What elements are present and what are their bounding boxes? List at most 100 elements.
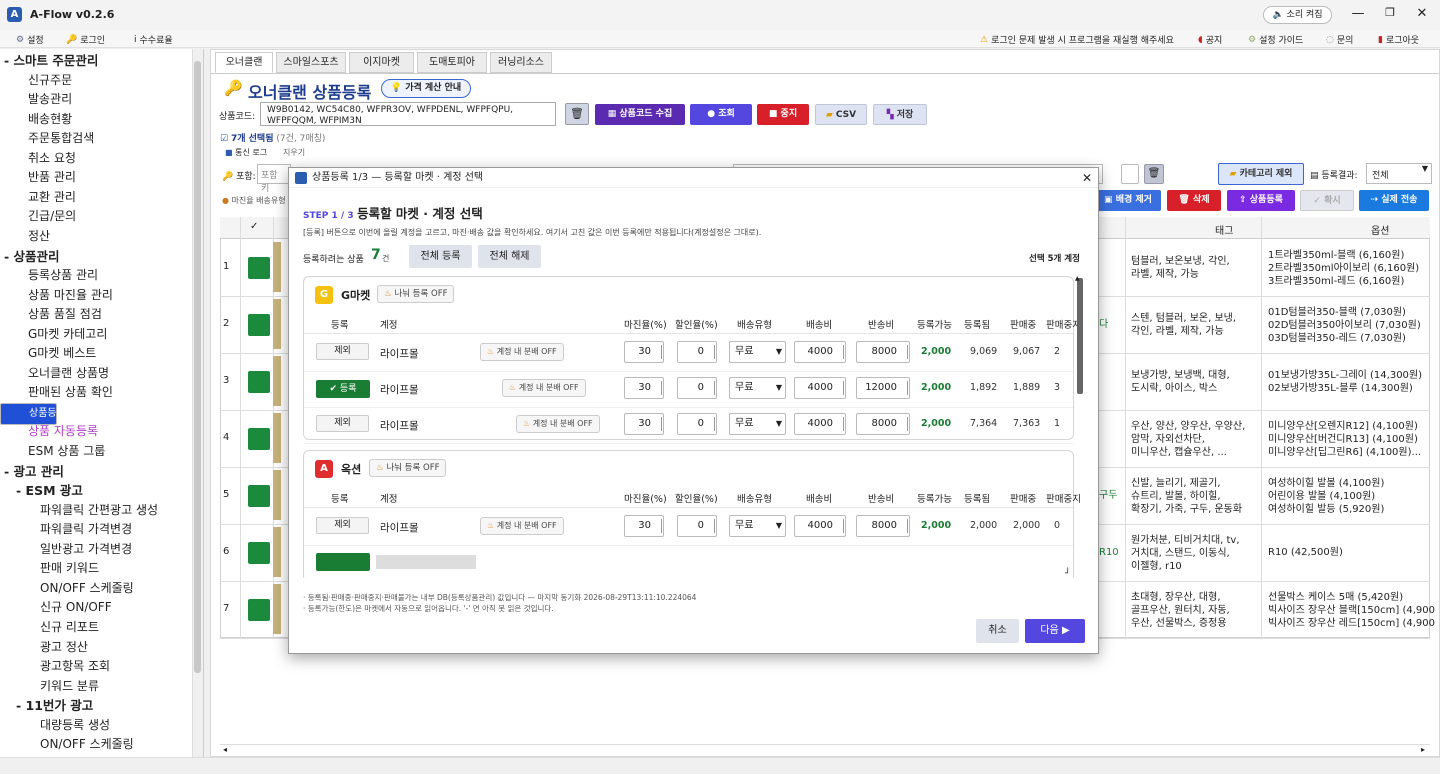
save-button[interactable]: ▚ 저장 <box>873 104 927 125</box>
sidebar-item[interactable]: 교환 관리 <box>0 188 191 207</box>
tab-1[interactable]: 오너클랜 <box>215 52 273 73</box>
sidebar-item[interactable]: 판매 키워드 <box>0 559 191 578</box>
csv-button[interactable]: ▰ CSV <box>815 104 867 125</box>
live-send-button[interactable]: ⇢ 실제 전송 <box>1359 190 1429 211</box>
maximize-button[interactable]: ❐ <box>1380 6 1400 19</box>
row-checkbox[interactable] <box>248 314 270 336</box>
sidebar-item[interactable]: 반품 관리 <box>0 168 191 187</box>
shipping-fee-input[interactable]: 4000 <box>794 377 846 399</box>
discount-input[interactable]: 0 <box>677 515 717 537</box>
header-check-icon[interactable]: ✓ <box>250 221 258 232</box>
sidebar-item[interactable]: 광고 정산 <box>0 638 191 657</box>
margin-input[interactable]: 30 <box>624 377 664 399</box>
sidebar-item[interactable]: 등록상품 관리 <box>0 266 191 285</box>
log-toggle[interactable]: ■ 통신 로그 <box>225 147 267 158</box>
return-fee-input[interactable]: 8000 <box>856 341 910 363</box>
sidebar-item[interactable]: 주문통합검색 <box>0 129 191 148</box>
horizontal-scrollbar[interactable] <box>220 744 1430 756</box>
delete-button[interactable]: 🗑 삭제 <box>1167 190 1221 211</box>
row-checkbox[interactable] <box>248 599 270 621</box>
sidebar-item[interactable]: 신규 리포트 <box>0 618 191 637</box>
shipping-type-select[interactable]: 무료 ▼ <box>729 413 786 435</box>
sidebar-item[interactable]: 오너클랜 상품명 <box>0 364 191 383</box>
account-distribute-toggle[interactable]: ♨ 계정 내 분배 OFF <box>502 379 586 397</box>
recheck-button[interactable]: ✓ 확시 <box>1300 190 1354 211</box>
account-distribute-toggle[interactable]: ♨ 계정 내 분배 OFF <box>480 517 564 535</box>
split-register-toggle[interactable]: ♨ 나눠 등록 OFF <box>377 285 455 303</box>
sidebar-item[interactable]: G마켓 카테고리 <box>0 325 191 344</box>
filter-trash-button[interactable]: 🗑 <box>1144 164 1164 184</box>
row-checkbox[interactable] <box>248 371 270 393</box>
discount-input[interactable]: 0 <box>677 413 717 435</box>
search-button[interactable]: ● 조회 <box>690 104 752 125</box>
register-toggle-button[interactable]: ✔ 등록 <box>316 380 370 398</box>
account-distribute-toggle[interactable]: ♨ 계정 내 분배 OFF <box>480 343 564 361</box>
menu-logout[interactable]: ▮ 로그아웃 <box>1378 33 1419 47</box>
exclude-toggle-button[interactable]: 제외 <box>316 343 369 360</box>
log-clear-button[interactable]: 지우기 <box>283 147 305 158</box>
sidebar-item[interactable]: G마켓 베스트 <box>0 344 191 363</box>
menu-inquiry[interactable]: ◌ 문의 <box>1326 33 1353 47</box>
sidebar-item[interactable]: 긴급/문의 <box>0 207 191 226</box>
close-window-button[interactable]: ✕ <box>1412 6 1432 21</box>
sidebar-item[interactable]: 정산 <box>0 227 191 246</box>
filter-checkbox[interactable] <box>1121 164 1139 184</box>
tab-2[interactable]: 스마일스포츠 <box>276 52 346 73</box>
row-checkbox[interactable] <box>248 428 270 450</box>
sidebar-item[interactable]: 상품 자동등록 <box>0 422 191 441</box>
select-all-button[interactable]: 전체 등록 <box>409 245 472 268</box>
return-fee-input[interactable]: 8000 <box>856 413 910 435</box>
sidebar-item[interactable]: ESM 상품 그룹 <box>0 442 191 461</box>
product-code-input[interactable]: W9B0142, WC54C80, WFPR3OV, WFPDENL, WFPF… <box>260 102 556 126</box>
minimize-button[interactable]: — <box>1348 6 1368 21</box>
collect-codes-button[interactable]: ▦ 상품코드 수집 <box>595 104 685 125</box>
tab-5[interactable]: 러닝리소스 <box>490 52 552 73</box>
discount-input[interactable]: 0 <box>677 377 717 399</box>
account-distribute-toggle[interactable]: ♨ 계정 내 분배 OFF <box>516 415 600 433</box>
menu-settings[interactable]: ⚙ 설정 <box>16 33 44 47</box>
sidebar-item[interactable]: 일반광고 가격변경 <box>0 540 191 559</box>
split-register-toggle[interactable]: ♨ 나눠 등록 OFF <box>369 459 447 477</box>
tab-3[interactable]: 이지마켓 <box>349 52 414 73</box>
sidebar-item[interactable]: 대량등록 생성 <box>0 716 191 735</box>
sidebar-item[interactable]: 키워드 분류 <box>0 677 191 696</box>
menu-announcement[interactable]: ◖ 공지 <box>1198 33 1222 47</box>
product-register-button[interactable]: ⇪ 상품등록 <box>1227 190 1295 211</box>
return-fee-input[interactable]: 12000 <box>856 377 910 399</box>
reg-result-select[interactable]: 전체 ▼ <box>1366 163 1432 184</box>
trash-button[interactable]: 🗑 <box>565 103 589 125</box>
scroll-right-icon[interactable]: ▸ <box>1421 745 1425 754</box>
menu-setup-guide[interactable]: ⚙ 설정 가이드 <box>1248 33 1303 47</box>
shipping-fee-input[interactable]: 4000 <box>794 341 846 363</box>
exclude-toggle-button[interactable]: 제외 <box>316 415 369 432</box>
filter-input[interactable]: 포함 키 <box>257 164 291 194</box>
market-list-scrollbar[interactable] <box>1077 278 1083 394</box>
next-button[interactable]: 다음 ▶ <box>1025 619 1085 643</box>
sidebar-item[interactable]: 신규주문 <box>0 71 191 90</box>
dialog-close-button[interactable]: ✕ <box>1082 168 1092 188</box>
sidebar-item[interactable]: 파워클릭 간편광고 생성 <box>0 501 191 520</box>
sidebar-item[interactable]: ON/OFF 스케줄링 <box>0 579 191 598</box>
shipping-fee-input[interactable]: 4000 <box>794 515 846 537</box>
scroll-up-icon[interactable]: ▲ <box>1075 275 1080 282</box>
sidebar-item[interactable]: 배송현황 <box>0 110 191 129</box>
background-remove-button[interactable]: ▣ 배경 제거 <box>1095 190 1161 211</box>
menu-login[interactable]: 🔑 로그인 <box>66 33 105 47</box>
discount-input[interactable]: 0 <box>677 341 717 363</box>
resize-grip-icon[interactable]: ┘ <box>1065 569 1070 579</box>
sidebar-item[interactable]: 상품 품질 점검 <box>0 305 191 324</box>
price-guide-button[interactable]: 💡 가격 계산 안내 <box>381 79 471 98</box>
sidebar-item[interactable]: ON/OFF 스케줄링 <box>0 735 191 754</box>
stop-button[interactable]: ■ 중지 <box>757 104 809 125</box>
row-checkbox[interactable] <box>248 542 270 564</box>
deselect-all-button[interactable]: 전체 해제 <box>478 245 541 268</box>
shipping-type-select[interactable]: 무료 ▼ <box>729 377 786 399</box>
sidebar-scroll-thumb[interactable] <box>194 61 201 673</box>
scroll-left-icon[interactable]: ◂ <box>223 745 227 754</box>
shipping-type-select[interactable]: 무료 ▼ <box>729 341 786 363</box>
margin-input[interactable]: 30 <box>624 413 664 435</box>
shipping-fee-input[interactable]: 4000 <box>794 413 846 435</box>
exclude-toggle-button[interactable]: 제외 <box>316 517 369 534</box>
return-fee-input[interactable]: 8000 <box>856 515 910 537</box>
register-toggle-button[interactable] <box>316 553 370 571</box>
